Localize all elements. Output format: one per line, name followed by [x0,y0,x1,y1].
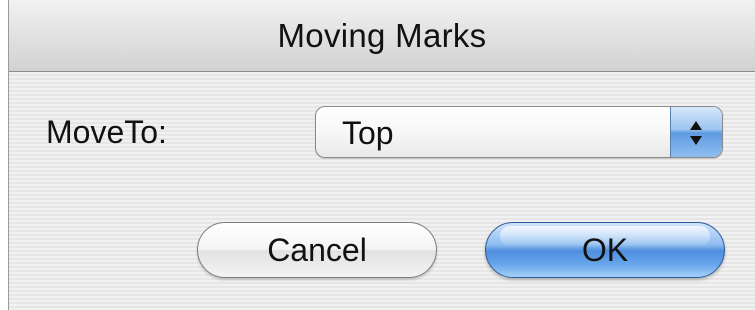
dialog-title: Moving Marks [277,17,487,54]
moving-marks-dialog: Moving Marks MoveTo: Top Cancel OK [8,0,755,310]
cancel-button-label: Cancel [267,232,367,268]
cancel-button[interactable]: Cancel [197,222,437,278]
title-bar[interactable]: Moving Marks [9,0,755,72]
updown-arrows-icon[interactable] [670,107,722,157]
ok-button[interactable]: OK [485,222,725,278]
move-to-selected-value: Top [342,115,394,151]
move-to-popup[interactable]: Top [315,106,723,158]
move-to-label: MoveTo: [46,114,167,150]
ok-button-label: OK [581,232,629,268]
